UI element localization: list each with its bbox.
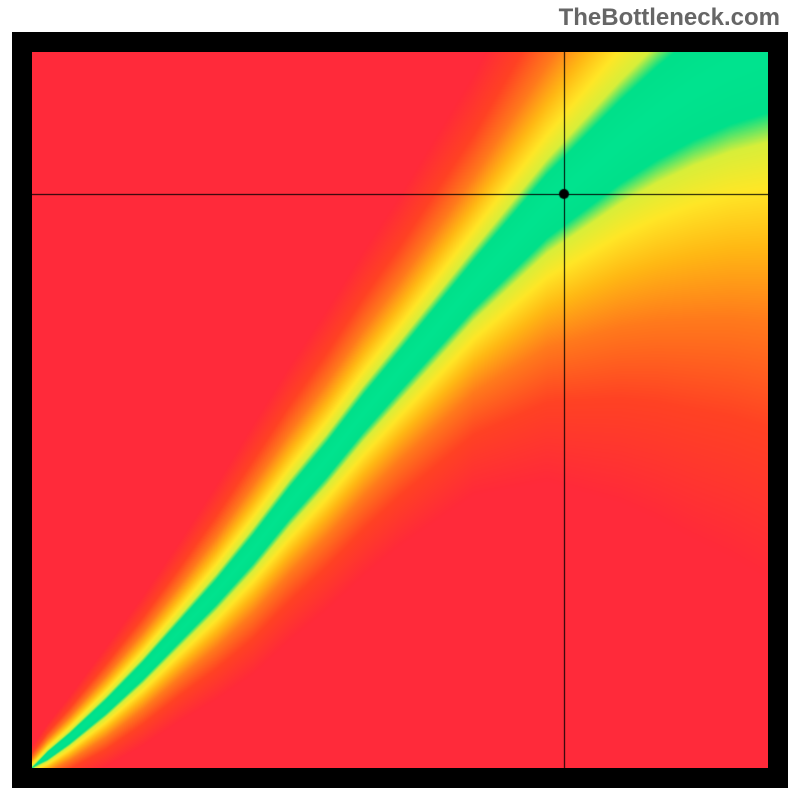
chart-frame [12,32,788,788]
chart-container: TheBottleneck.com [0,0,800,800]
watermark-text: TheBottleneck.com [559,4,780,32]
heatmap-canvas [32,52,768,768]
plot-area [32,52,768,768]
